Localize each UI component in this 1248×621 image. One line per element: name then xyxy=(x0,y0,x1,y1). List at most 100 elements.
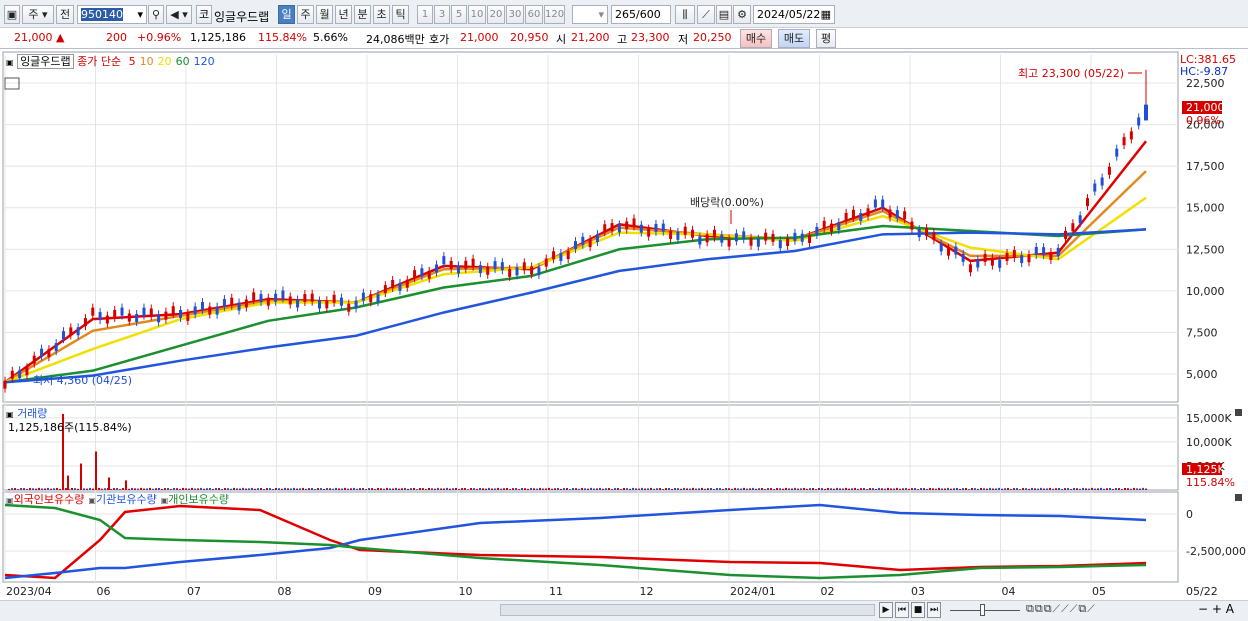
volume-bar xyxy=(995,488,997,490)
period-tab-6[interactable]: 틱 xyxy=(392,5,409,24)
hc-label: HC:-9.87 xyxy=(1180,65,1229,78)
stop-button[interactable]: ■ xyxy=(911,602,925,618)
layout-icon[interactable]: ▣ xyxy=(4,5,20,24)
volume-bar xyxy=(857,488,859,490)
volume-bar xyxy=(518,489,520,490)
period-tab-0[interactable]: 일 xyxy=(278,5,295,24)
volume-bar xyxy=(989,487,991,490)
interval-button-5[interactable]: 30 xyxy=(506,5,524,24)
volume-bar xyxy=(161,488,163,490)
stock-code-input[interactable]: 950140 ▾ xyxy=(77,5,147,24)
volume-bar xyxy=(308,488,310,490)
market-badge: 코 xyxy=(196,5,212,24)
line-tool-icon[interactable]: ⟋ xyxy=(697,5,715,24)
interval-button-1[interactable]: 3 xyxy=(434,5,450,24)
date-input[interactable]: 2024/05/22 ▦ xyxy=(753,5,835,24)
volume-bar xyxy=(506,487,508,490)
candle-body xyxy=(1100,177,1104,186)
volume-bar xyxy=(185,488,187,490)
volume-bar xyxy=(743,487,745,490)
volume-bar xyxy=(32,488,34,490)
candle-body xyxy=(1122,137,1126,146)
zoom-controls[interactable]: − + A xyxy=(1198,602,1234,616)
eval-button[interactable]: 평 xyxy=(816,29,836,48)
volume-bar xyxy=(698,488,700,490)
period-tab-3[interactable]: 년 xyxy=(335,5,352,24)
last-button[interactable]: ⏭ xyxy=(927,602,941,618)
candle-body xyxy=(76,327,80,336)
volume-bar xyxy=(164,488,166,490)
volume-bar xyxy=(344,487,346,490)
volume-spike xyxy=(80,463,82,490)
save-icon[interactable]: ▤ xyxy=(716,5,732,24)
period-tab-1[interactable]: 주 xyxy=(297,5,314,24)
volume-bar xyxy=(269,488,271,490)
volume-bar xyxy=(929,487,931,490)
volume-bar xyxy=(392,488,394,490)
candle-body xyxy=(829,223,833,232)
volume-bar xyxy=(65,488,67,490)
volume-bar xyxy=(584,488,586,490)
market-select[interactable]: 주 ▾ xyxy=(22,5,54,24)
zoom-slider[interactable] xyxy=(950,604,1020,616)
volume-bar xyxy=(776,487,778,490)
volume-bar xyxy=(155,488,157,490)
interval-input[interactable]: ▾ xyxy=(572,5,608,24)
volume-bar xyxy=(872,488,874,490)
sell-button[interactable]: 매도 xyxy=(778,29,810,48)
candle-icon[interactable]: ⫼ xyxy=(675,5,695,24)
volume-bar xyxy=(404,487,406,490)
period-tab-5[interactable]: 초 xyxy=(373,5,390,24)
candle-body xyxy=(237,302,241,311)
candle-body xyxy=(420,268,424,277)
volume-bar xyxy=(485,488,487,490)
prev-button[interactable]: 전 xyxy=(56,5,74,24)
interval-button-0[interactable]: 1 xyxy=(417,5,433,24)
sound-icon[interactable]: ◀ ▾ xyxy=(166,5,192,24)
stock-chart[interactable]: 2023/04 06 07 08 09 10 11 12 2024/01 02 03 04 05 05/2… xyxy=(0,50,1248,621)
open-label: 시 xyxy=(556,33,567,46)
volume-bar xyxy=(1127,488,1129,490)
x-tick-label: 2024/01 xyxy=(730,585,776,598)
period-tab-4[interactable]: 분 xyxy=(354,5,371,24)
volume-bar xyxy=(422,488,424,490)
interval-button-7[interactable]: 120 xyxy=(544,5,565,24)
volume-bar xyxy=(317,488,319,490)
volume-bar xyxy=(122,487,124,490)
interval-button-4[interactable]: 20 xyxy=(487,5,505,24)
period-tab-2[interactable]: 월 xyxy=(316,5,333,24)
x-tick-last: 05/22 xyxy=(1186,585,1218,598)
volume-bar xyxy=(1124,487,1126,490)
count-input[interactable]: 265/600 xyxy=(611,5,671,24)
first-button[interactable]: ⏮ xyxy=(895,602,909,618)
buy-button[interactable]: 매수 xyxy=(740,29,772,48)
volume-bar xyxy=(971,488,973,490)
volume-bar xyxy=(581,487,583,490)
volume-bar xyxy=(194,488,196,490)
candle-body xyxy=(851,209,855,218)
volume-bar xyxy=(20,488,22,490)
scroll-right-button[interactable]: ▶ xyxy=(879,602,893,618)
volume-bar xyxy=(311,487,313,490)
scrollbar-track[interactable] xyxy=(500,604,875,616)
search-icon[interactable]: ⚲ xyxy=(148,5,164,24)
candle-body xyxy=(530,266,534,275)
gear-icon[interactable]: ⚙ xyxy=(733,5,751,24)
volume-bar xyxy=(410,488,412,490)
interval-button-2[interactable]: 5 xyxy=(451,5,467,24)
y-tick-label: 17,500 xyxy=(1186,160,1225,173)
drawing-tools-icon[interactable]: ⧉⧉⧉⟋⟋⟋⧉⟋ xyxy=(1026,602,1096,616)
candle-body xyxy=(683,226,687,235)
candle-body xyxy=(559,252,563,261)
volume-bar xyxy=(170,489,172,490)
candle-body xyxy=(83,318,87,327)
dividend-note: 배당락(0.00%) xyxy=(690,196,764,209)
volume-bar xyxy=(176,488,178,490)
stock-name: 잉글우드랩 xyxy=(214,10,270,24)
interval-button-3[interactable]: 10 xyxy=(468,5,486,24)
price-change: 200 xyxy=(106,31,127,44)
interval-button-6[interactable]: 60 xyxy=(525,5,543,24)
volume-bar xyxy=(350,488,352,490)
volume-bar xyxy=(980,487,982,490)
candle-body xyxy=(837,222,841,231)
